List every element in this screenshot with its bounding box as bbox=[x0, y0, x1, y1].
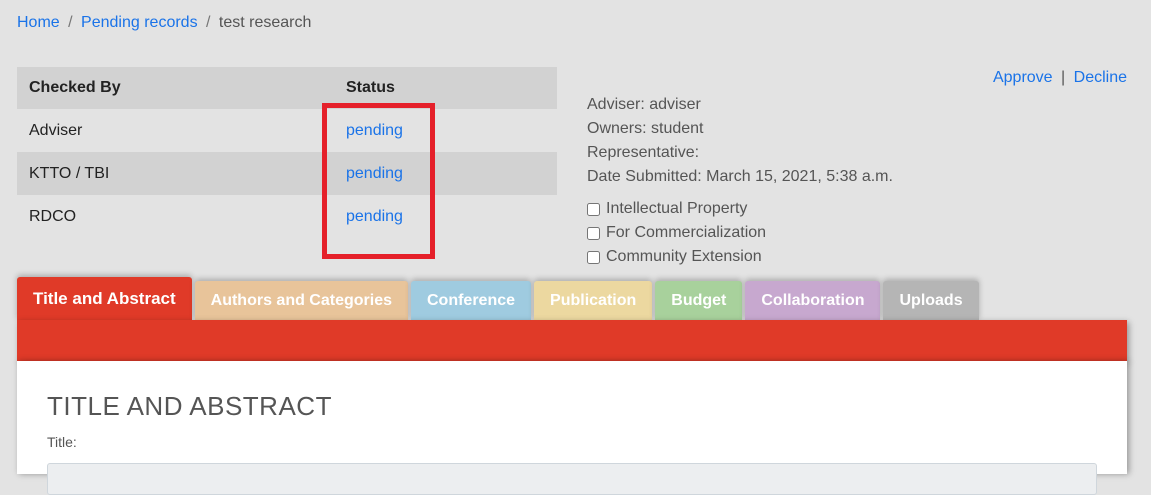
table-row: RDCO pending bbox=[17, 195, 557, 238]
breadcrumb-separator: / bbox=[206, 14, 211, 31]
checks-table: Checked By Status Adviser pending KTTO /… bbox=[17, 67, 557, 238]
breadcrumb: Home / Pending records / test research bbox=[17, 14, 311, 32]
community-extension-checkbox[interactable] bbox=[587, 250, 600, 264]
active-tab-bar bbox=[17, 320, 1127, 361]
title-field-label: Title: bbox=[47, 434, 77, 450]
breadcrumb-separator: / bbox=[68, 14, 73, 31]
checker-name: KTTO / TBI bbox=[17, 152, 334, 195]
breadcrumb-pending-records-link[interactable]: Pending records bbox=[81, 14, 198, 31]
title-input[interactable] bbox=[47, 463, 1097, 495]
tab-title-and-abstract[interactable]: Title and Abstract bbox=[17, 277, 192, 321]
tab-conference[interactable]: Conference bbox=[411, 281, 532, 321]
actions-separator: | bbox=[1061, 69, 1066, 86]
column-header-checked-by: Checked By bbox=[17, 67, 334, 109]
table-row: KTTO / TBI pending bbox=[17, 152, 557, 195]
representative-info: Representative: bbox=[587, 144, 700, 161]
record-info: Adviser: adviser Owners: student Represe… bbox=[587, 93, 893, 189]
checker-name: Adviser bbox=[17, 109, 334, 152]
breadcrumb-home-link[interactable]: Home bbox=[17, 14, 60, 31]
status-highlight-box bbox=[322, 103, 435, 259]
intellectual-property-option[interactable]: Intellectual Property bbox=[586, 197, 766, 221]
record-actions: Approve | Decline bbox=[993, 69, 1127, 87]
table-header-row: Checked By Status bbox=[17, 67, 557, 109]
checkbox-label: For Commercialization bbox=[606, 224, 767, 241]
checkbox-label: Community Extension bbox=[606, 248, 762, 265]
category-checkboxes: Intellectual Property For Commercializat… bbox=[586, 197, 766, 269]
tab-publication[interactable]: Publication bbox=[534, 281, 653, 321]
date-submitted-info: Date Submitted: March 15, 2021, 5:38 a.m… bbox=[587, 168, 893, 185]
checker-name: RDCO bbox=[17, 195, 334, 238]
table-row: Adviser pending bbox=[17, 109, 557, 152]
tab-collaboration[interactable]: Collaboration bbox=[745, 281, 881, 321]
owners-info: Owners: student bbox=[587, 120, 704, 137]
breadcrumb-current: test research bbox=[218, 14, 312, 31]
section-heading: TITLE AND ABSTRACT bbox=[47, 391, 332, 421]
intellectual-property-checkbox[interactable] bbox=[587, 202, 600, 216]
approve-link[interactable]: Approve bbox=[993, 69, 1053, 86]
tab-budget[interactable]: Budget bbox=[655, 281, 743, 321]
adviser-info: Adviser: adviser bbox=[587, 96, 701, 113]
for-commercialization-option[interactable]: For Commercialization bbox=[586, 221, 766, 245]
community-extension-option[interactable]: Community Extension bbox=[586, 245, 766, 269]
checkbox-label: Intellectual Property bbox=[606, 200, 748, 217]
section-tabs: Title and Abstract Authors and Categorie… bbox=[17, 277, 979, 321]
decline-link[interactable]: Decline bbox=[1074, 69, 1127, 86]
for-commercialization-checkbox[interactable] bbox=[587, 226, 600, 240]
tab-content-panel: TITLE AND ABSTRACT Title: bbox=[17, 361, 1127, 495]
tab-uploads[interactable]: Uploads bbox=[883, 281, 979, 321]
tab-authors-and-categories[interactable]: Authors and Categories bbox=[194, 281, 408, 321]
